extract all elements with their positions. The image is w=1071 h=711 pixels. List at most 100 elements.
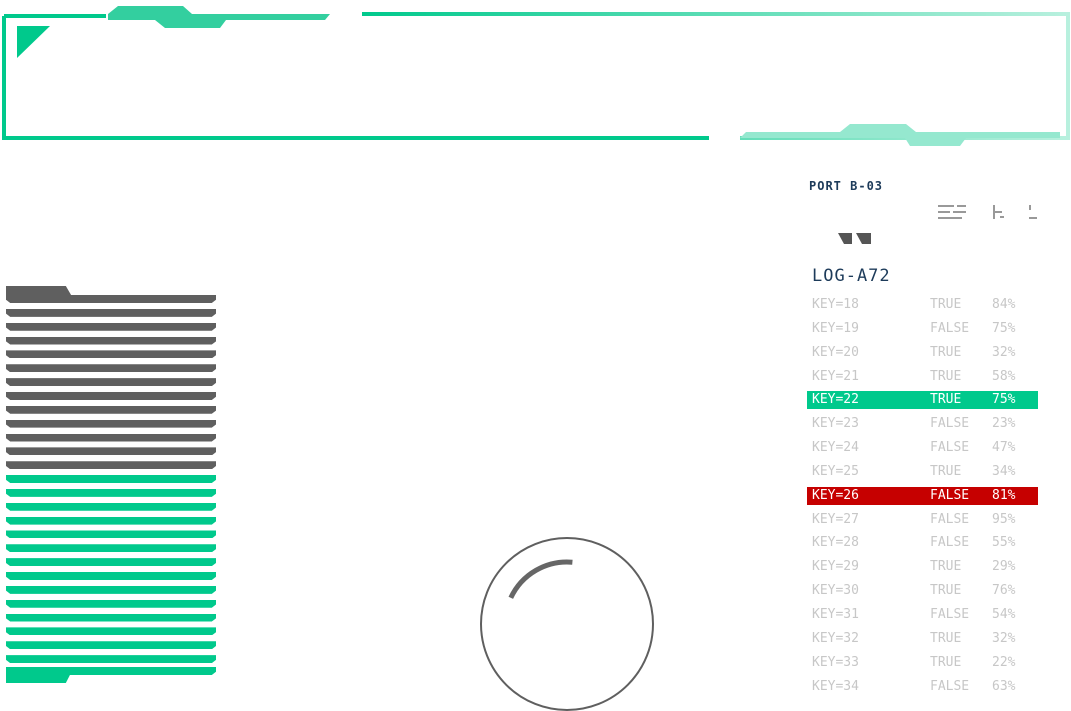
log-percent: 32% <box>992 630 1016 646</box>
dark-bar <box>6 336 216 345</box>
log-value: TRUE <box>930 654 962 670</box>
log-value: TRUE <box>930 630 962 646</box>
green-bar <box>6 502 216 511</box>
log-key: KEY=28 <box>812 535 859 551</box>
dark-bar <box>6 295 216 303</box>
log-value: TRUE <box>930 559 962 575</box>
log-row[interactable]: KEY=18 TRUE 84% <box>807 296 1038 314</box>
green-bar <box>6 641 216 650</box>
log-row[interactable]: KEY=30 TRUE 76% <box>807 582 1038 600</box>
dark-bar <box>6 447 216 456</box>
log-percent: 58% <box>992 368 1016 384</box>
log-row[interactable]: KEY=34 FALSE 63% <box>807 678 1038 696</box>
log-key: KEY=34 <box>812 678 859 694</box>
log-percent: 54% <box>992 606 1016 622</box>
log-value: FALSE <box>930 535 970 551</box>
log-percent: 47% <box>992 440 1016 456</box>
log-percent: 81% <box>992 487 1016 503</box>
log-row[interactable]: KEY=20 TRUE 32% <box>807 344 1038 362</box>
green-bar <box>6 488 216 497</box>
log-key: KEY=27 <box>812 511 859 527</box>
dark-bar <box>6 308 216 317</box>
log-percent: 23% <box>992 416 1016 432</box>
log-percent: 29% <box>992 559 1016 575</box>
header-frame-right <box>362 12 1070 140</box>
log-table[interactable]: KEY=18 TRUE 84% KEY=19 FALSE 75% KEY=20 TRUE 32%… <box>807 296 1038 701</box>
log-row[interactable]: KEY=24 FALSE 47% <box>807 439 1038 457</box>
log-key: KEY=33 <box>812 654 859 670</box>
log-value: TRUE <box>930 463 962 479</box>
dark-bar <box>6 433 216 442</box>
header-frame <box>2 6 1070 146</box>
green-bar <box>6 544 216 553</box>
log-row[interactable]: KEY=31 FALSE 54% <box>807 606 1038 624</box>
green-bar <box>6 475 216 484</box>
dark-bar <box>6 419 216 428</box>
log-row[interactable]: KEY=19 FALSE 75% <box>807 320 1038 338</box>
log-percent: 55% <box>992 535 1016 551</box>
port-label: PORT B-03 <box>809 179 884 193</box>
log-row[interactable]: KEY=26 FALSE 81% <box>807 486 1038 505</box>
green-bar <box>6 530 216 539</box>
log-percent: 34% <box>992 463 1016 479</box>
log-row[interactable]: KEY=27 FALSE 95% <box>807 511 1038 529</box>
log-row[interactable]: KEY=32 TRUE 32% <box>807 630 1038 648</box>
split-lines-icon[interactable] <box>992 204 1006 222</box>
green-bar <box>6 655 216 664</box>
log-key: KEY=25 <box>812 463 859 479</box>
log-percent: 22% <box>992 654 1016 670</box>
log-key: KEY=21 <box>812 368 859 384</box>
menu-lines-icon[interactable] <box>938 204 968 222</box>
log-row[interactable]: KEY=25 TRUE 34% <box>807 463 1038 481</box>
green-bar <box>6 516 216 525</box>
log-key: KEY=22 <box>812 392 859 408</box>
log-key: KEY=29 <box>812 559 859 575</box>
log-value: FALSE <box>930 511 970 527</box>
log-percent: 76% <box>992 583 1016 599</box>
log-row[interactable]: KEY=28 FALSE 55% <box>807 534 1038 552</box>
log-value: TRUE <box>930 344 962 360</box>
log-percent: 75% <box>992 392 1016 408</box>
dark-bar <box>6 350 216 359</box>
log-key: KEY=23 <box>812 416 859 432</box>
log-value: FALSE <box>930 416 970 432</box>
header-top-tab <box>108 6 330 28</box>
log-key: KEY=18 <box>812 297 859 312</box>
log-key: KEY=32 <box>812 630 859 646</box>
log-key: KEY=20 <box>812 344 859 360</box>
log-value: TRUE <box>930 297 962 312</box>
log-value: FALSE <box>930 320 970 336</box>
log-row[interactable]: KEY=22 TRUE 75% <box>807 391 1038 410</box>
header-frame-top <box>2 16 709 140</box>
log-value: TRUE <box>930 368 962 384</box>
log-key: KEY=30 <box>812 583 859 599</box>
log-percent: 84% <box>992 297 1016 312</box>
log-value: FALSE <box>930 678 970 694</box>
green-bar <box>6 572 216 580</box>
log-row[interactable]: KEY=21 TRUE 58% <box>807 368 1038 386</box>
dial[interactable] <box>478 536 658 711</box>
dark-bar <box>6 405 216 414</box>
log-value: FALSE <box>930 487 970 503</box>
log-row[interactable]: KEY=23 FALSE 23% <box>807 415 1038 433</box>
dark-bar <box>6 378 216 387</box>
log-percent: 75% <box>992 320 1016 336</box>
log-percent: 95% <box>992 511 1016 527</box>
dark-bar <box>6 322 216 331</box>
log-key: KEY=19 <box>812 320 859 336</box>
bar-stack-bottom-tab <box>6 666 74 683</box>
quote-icon <box>838 233 871 244</box>
header-bottom-tab <box>740 124 1060 146</box>
dots-icon[interactable] <box>1027 204 1039 222</box>
log-title: LOG-A72 <box>812 266 891 286</box>
log-key: KEY=24 <box>812 440 859 456</box>
log-key: KEY=31 <box>812 606 859 622</box>
dark-bar <box>6 461 216 470</box>
green-bar <box>6 627 216 636</box>
bar-stack <box>6 286 216 683</box>
log-row[interactable]: KEY=29 TRUE 29% <box>807 558 1038 576</box>
dial-arc <box>508 559 573 599</box>
log-value: TRUE <box>930 583 962 599</box>
log-row[interactable]: KEY=33 TRUE 22% <box>807 654 1038 672</box>
log-key: KEY=26 <box>812 487 859 503</box>
